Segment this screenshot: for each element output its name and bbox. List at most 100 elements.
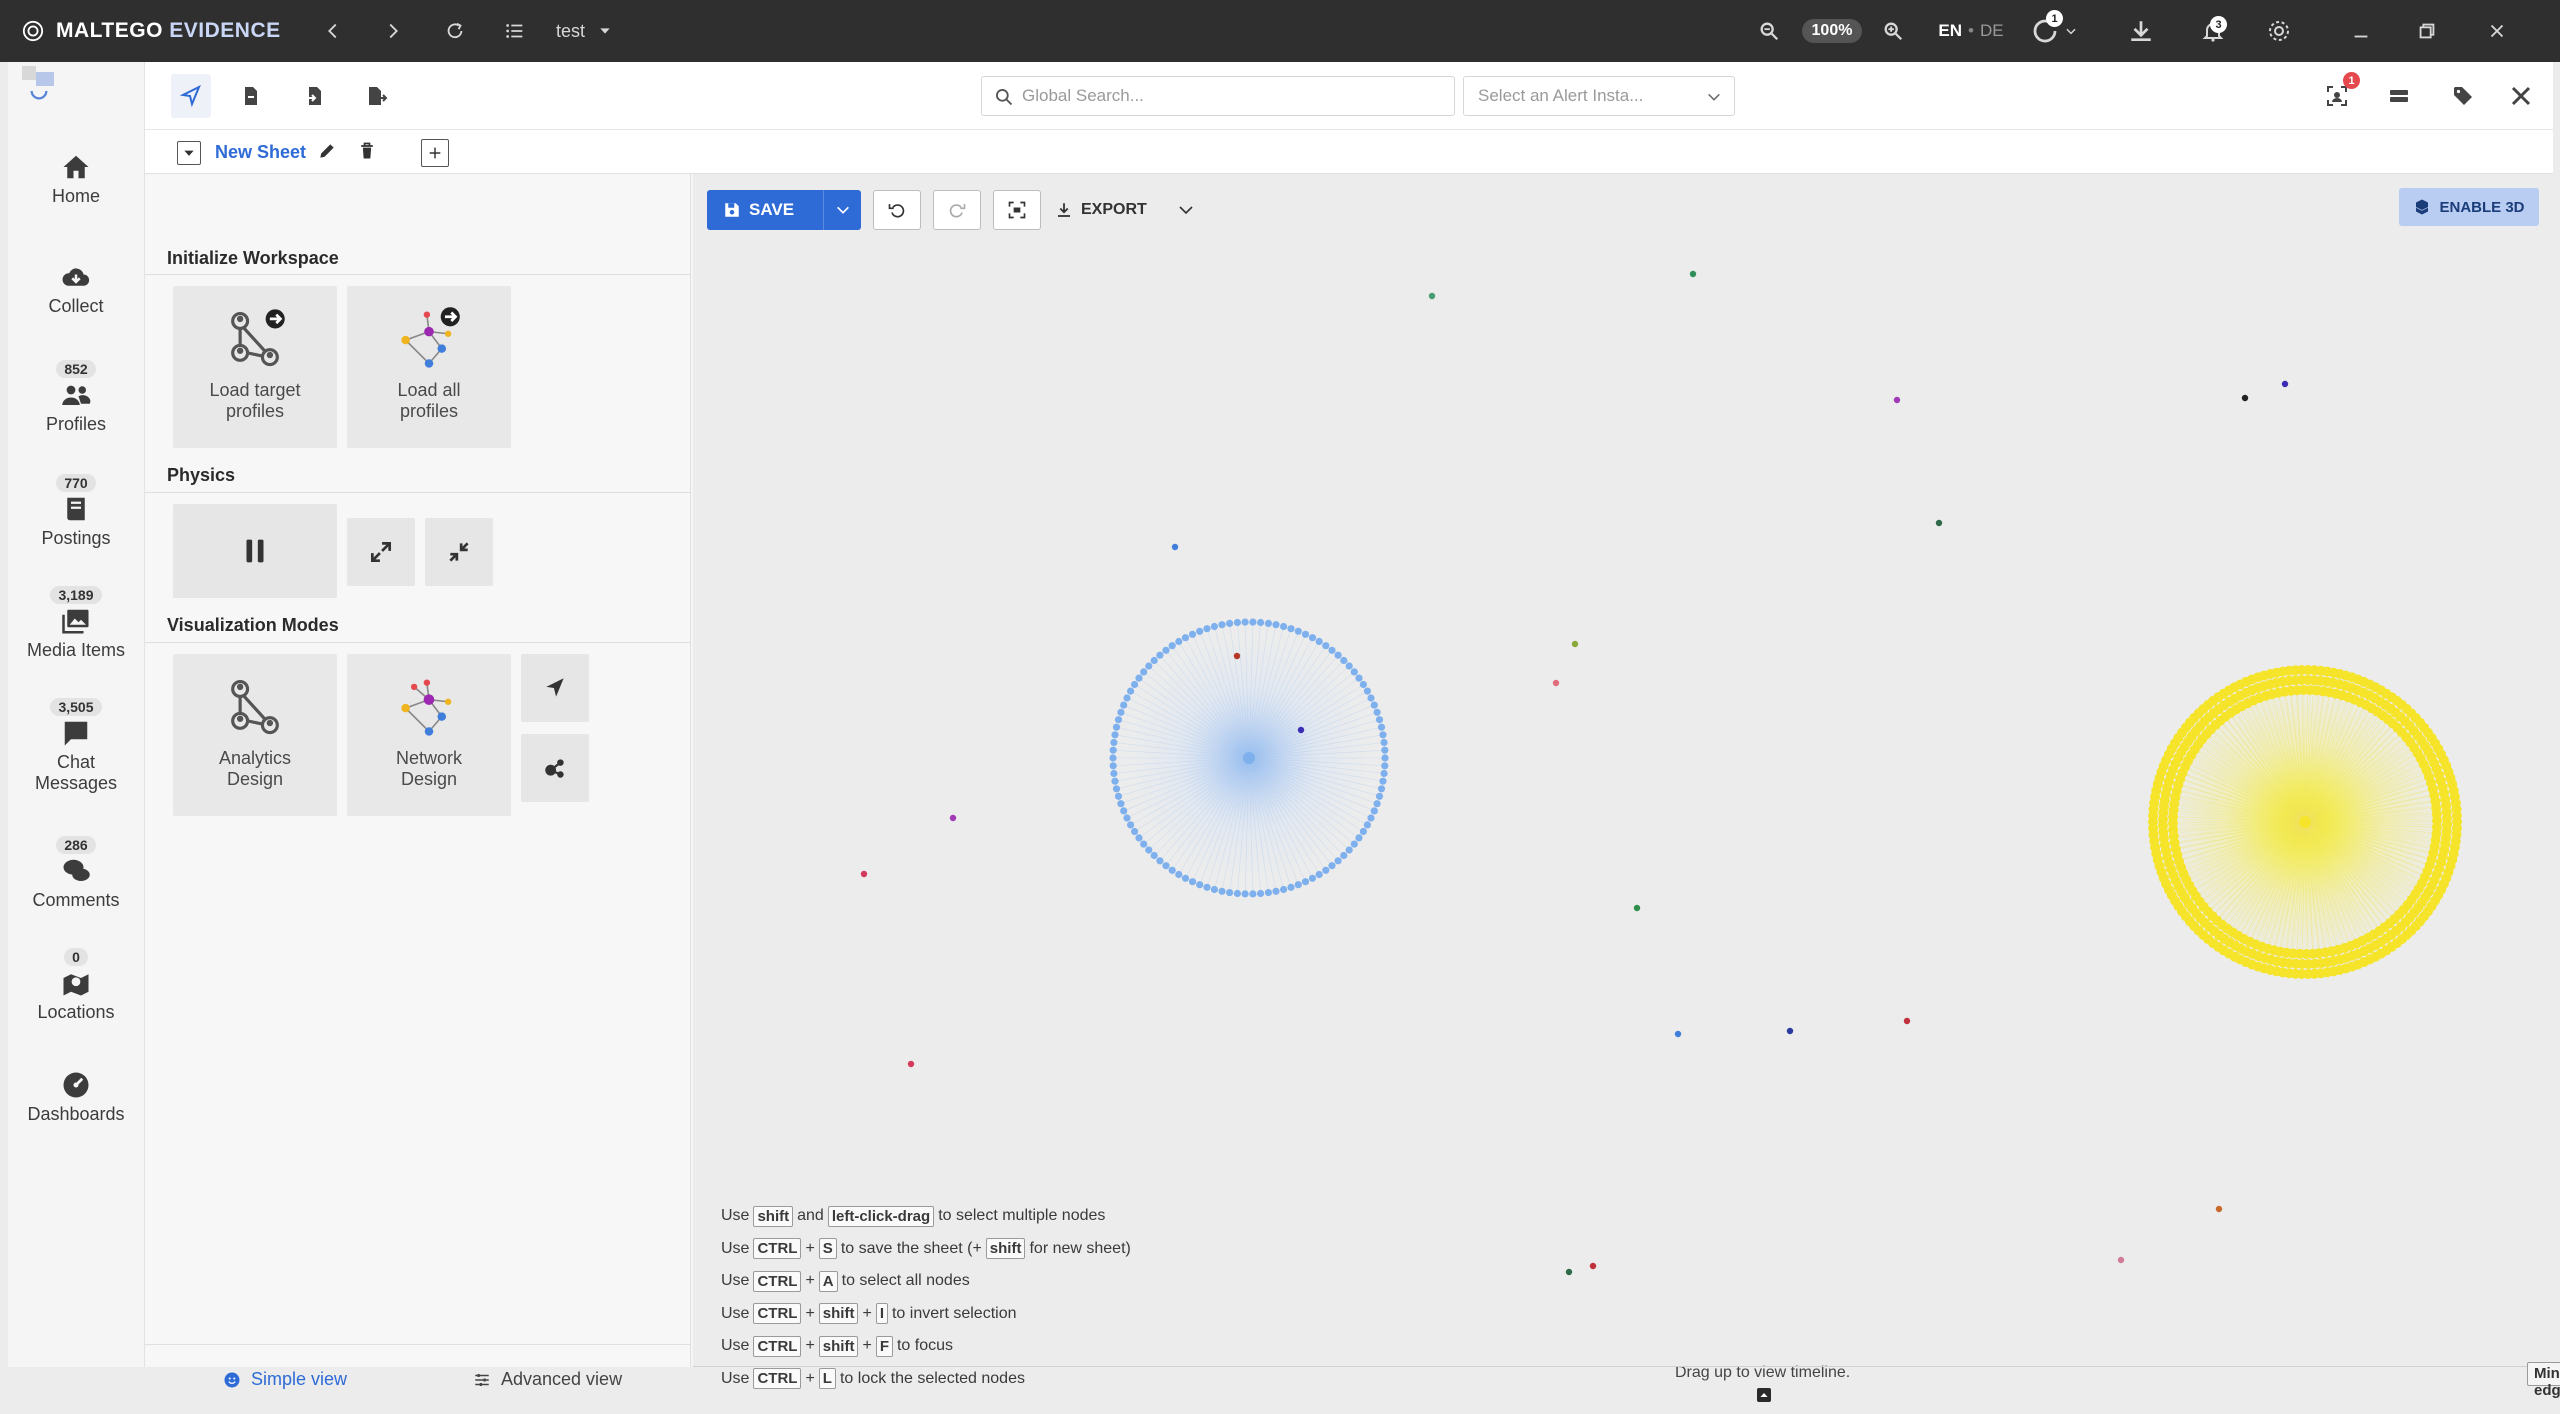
nav-comments[interactable]: 286 Comments xyxy=(8,836,144,911)
graph-node[interactable] xyxy=(1328,862,1336,870)
nav-media-items[interactable]: 3,189 Media Items xyxy=(8,586,144,661)
graph-node[interactable] xyxy=(1226,619,1234,627)
global-search-input[interactable]: Global Search... xyxy=(981,76,1455,116)
cluster-layout-button[interactable] xyxy=(521,734,589,802)
import-sheet-button[interactable] xyxy=(231,74,271,118)
graph-node[interactable] xyxy=(1233,652,1241,660)
graph-node[interactable] xyxy=(1120,807,1128,815)
graph-node[interactable] xyxy=(1370,807,1378,815)
graph-node[interactable] xyxy=(1131,680,1139,689)
graph-node[interactable] xyxy=(1123,814,1131,822)
graph-node[interactable] xyxy=(1375,716,1384,724)
graph-node[interactable] xyxy=(1117,708,1125,716)
graph-node[interactable] xyxy=(1114,792,1123,800)
graph-node[interactable] xyxy=(1181,634,1190,642)
graph-node[interactable] xyxy=(1379,777,1387,785)
graph-node[interactable] xyxy=(1249,890,1257,898)
graph-node[interactable] xyxy=(1301,630,1310,638)
graph-node[interactable] xyxy=(2442,813,2452,824)
graph-node[interactable] xyxy=(1633,904,1641,912)
graph-node[interactable] xyxy=(1188,878,1197,886)
graph-node[interactable] xyxy=(1171,543,1179,551)
tags-button[interactable] xyxy=(2443,74,2483,118)
graph-node[interactable] xyxy=(1674,1030,1682,1038)
export-button[interactable]: EXPORT xyxy=(1055,190,1195,230)
graph-node[interactable] xyxy=(1188,630,1197,638)
user-avatar[interactable] xyxy=(22,66,62,106)
load-target-profiles-card[interactable]: Load target profiles xyxy=(173,286,337,448)
redo-button[interactable] xyxy=(933,190,981,230)
graph-node[interactable] xyxy=(1140,840,1148,848)
graph-node[interactable] xyxy=(1301,878,1310,886)
alert-instance-select[interactable]: Select an Alert Insta... xyxy=(1463,76,1735,116)
graph-node[interactable] xyxy=(2432,815,2442,826)
graph-node[interactable] xyxy=(949,814,957,822)
graph-node[interactable] xyxy=(1428,292,1436,300)
graph-node[interactable] xyxy=(1370,701,1378,709)
graph-node[interactable] xyxy=(1294,881,1302,889)
graph-node[interactable] xyxy=(1689,270,1697,278)
graph-node[interactable] xyxy=(1120,701,1128,709)
undo-button[interactable] xyxy=(873,190,921,230)
graph-node[interactable] xyxy=(1377,723,1386,731)
graph-node[interactable] xyxy=(1168,642,1176,650)
graph-node[interactable] xyxy=(1935,519,1943,527)
graph-node[interactable] xyxy=(1264,889,1272,897)
advanced-view-button[interactable]: Advanced view xyxy=(473,1369,622,1390)
graph-node[interactable] xyxy=(1109,762,1117,770)
graph-node[interactable] xyxy=(1156,651,1164,659)
graph-node[interactable] xyxy=(1140,668,1148,676)
graph-node[interactable] xyxy=(1340,851,1348,860)
graph-node[interactable] xyxy=(1373,800,1381,808)
minimum-edges-control[interactable]: Minimum edges 0 xyxy=(2527,1362,2560,1399)
graph-node[interactable] xyxy=(1571,640,1579,648)
nav-postings[interactable]: 770 Postings xyxy=(8,474,144,549)
storage-button[interactable] xyxy=(2379,74,2419,118)
reload-icon[interactable] xyxy=(440,0,470,62)
nav-chat-messages[interactable]: 3,505 Chat Messages xyxy=(8,698,144,794)
graph-node[interactable] xyxy=(1381,754,1389,762)
graph-node[interactable] xyxy=(1181,874,1190,882)
graph-node[interactable] xyxy=(1145,846,1153,854)
language-switcher[interactable]: EN • DE xyxy=(1926,0,2016,62)
graph-node[interactable] xyxy=(1111,731,1119,739)
nav-locations[interactable]: 0 Locations xyxy=(8,948,144,1023)
save-button[interactable]: SAVE xyxy=(707,190,861,230)
graph-node[interactable] xyxy=(1380,738,1388,747)
graph-node[interactable] xyxy=(1196,881,1204,889)
graph-node[interactable] xyxy=(1145,662,1153,670)
graph-node[interactable] xyxy=(1903,1017,1911,1025)
graph-node[interactable] xyxy=(1294,627,1302,635)
graph-node[interactable] xyxy=(1786,1027,1794,1035)
graph-node[interactable] xyxy=(1127,687,1135,695)
forward-icon[interactable] xyxy=(378,0,408,62)
graph-node[interactable] xyxy=(1272,887,1280,895)
graph-node[interactable] xyxy=(1272,621,1280,629)
graph-node[interactable] xyxy=(907,1060,915,1068)
graph-node[interactable] xyxy=(1355,674,1363,682)
graph-node[interactable] xyxy=(1350,840,1358,848)
chevron-down-icon[interactable] xyxy=(1177,201,1195,219)
alerts-button[interactable]: 1 xyxy=(2317,72,2360,118)
graph-node[interactable] xyxy=(1114,716,1123,724)
minimize-icon[interactable] xyxy=(2346,0,2376,62)
graph-node[interactable] xyxy=(1135,834,1143,842)
graph-node[interactable] xyxy=(1287,625,1295,633)
graph-node[interactable] xyxy=(1226,889,1234,897)
notifications-button[interactable]: 3 xyxy=(2196,0,2230,62)
graph-node[interactable] xyxy=(1156,857,1164,865)
graph-node[interactable] xyxy=(1315,637,1323,646)
graph-node[interactable] xyxy=(1203,625,1211,633)
graph-node[interactable] xyxy=(1110,769,1118,778)
graph-network[interactable] xyxy=(693,174,2553,1367)
expand-graph-button[interactable] xyxy=(347,518,415,586)
graph-node[interactable] xyxy=(1109,746,1117,754)
load-sheet-button[interactable] xyxy=(295,74,335,118)
graph-node[interactable] xyxy=(1110,738,1118,747)
graph-layout-button[interactable] xyxy=(521,654,589,722)
fit-to-screen-button[interactable] xyxy=(993,190,1041,230)
settings-icon[interactable] xyxy=(2262,0,2296,62)
workspace-list-icon[interactable] xyxy=(500,0,530,62)
graph-node[interactable] xyxy=(1112,723,1121,731)
zoom-out-icon[interactable] xyxy=(1756,0,1782,62)
